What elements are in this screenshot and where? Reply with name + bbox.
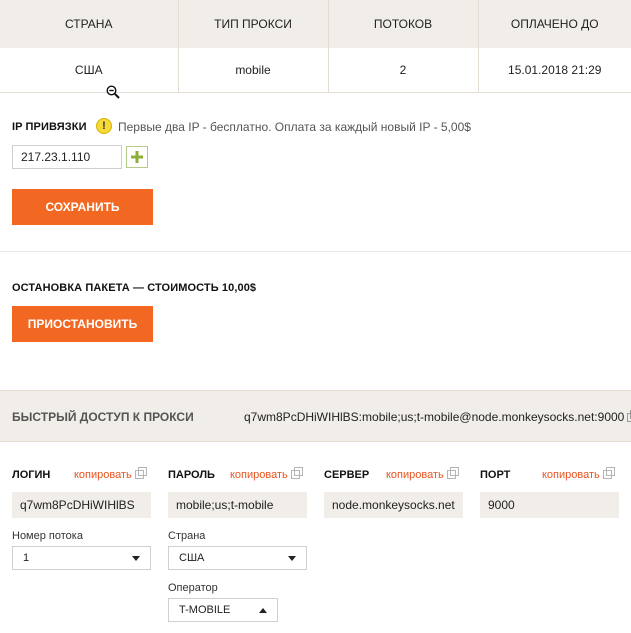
table-row: США mobile 2 15.01.2018 21:29 xyxy=(0,48,631,92)
copy-login-text: копировать xyxy=(74,469,132,481)
stream-number-select[interactable]: 1 xyxy=(12,546,151,570)
quick-access-bar: БЫСТРЫЙ ДОСТУП К ПРОКСИ q7wm8PcDHiWIHlBS… xyxy=(0,390,631,442)
proxy-table: СТРАНА ТИП ПРОКСИ ПОТОКОВ ОПЛАЧЕНО ДО СШ… xyxy=(0,0,631,93)
col-header-paid-until: ОПЛАЧЕНО ДО xyxy=(510,17,599,31)
copy-icon xyxy=(602,467,615,479)
warning-icon: ! xyxy=(96,118,112,134)
copy-icon xyxy=(290,467,303,479)
password-label: ПАРОЛЬ xyxy=(168,469,215,481)
ip-address-input[interactable] xyxy=(12,145,122,169)
copy-port-text: копировать xyxy=(542,469,600,481)
col-header-threads: ПОТОКОВ xyxy=(328,0,479,48)
plus-icon xyxy=(131,151,143,163)
cell-paid-until: 15.01.2018 21:29 xyxy=(508,62,602,77)
quick-access-value: q7wm8PcDHiWIHlBS:mobile;us;t-mobile@node… xyxy=(244,410,625,424)
country-label: Страна xyxy=(168,530,206,542)
operator-value: T-MOBILE xyxy=(179,604,231,616)
col-header-proxy-type: ТИП ПРОКСИ xyxy=(178,0,329,48)
server-label: СЕРВЕР xyxy=(324,469,370,481)
password-field[interactable]: mobile;us;t-mobile xyxy=(168,492,307,518)
copy-icon[interactable] xyxy=(627,410,631,422)
pause-button[interactable]: ПРИОСТАНОВИТЬ xyxy=(12,306,153,342)
ip-binding-label: IP ПРИВЯЗКИ xyxy=(12,121,87,133)
operator-select[interactable]: T-MOBILE xyxy=(168,598,278,622)
add-ip-button[interactable] xyxy=(126,146,148,168)
server-field[interactable]: node.monkeysocks.net xyxy=(324,492,463,518)
ip-binding-hint: Первые два IP - бесплатно. Оплата за каж… xyxy=(118,120,471,134)
save-button[interactable]: СОХРАНИТЬ xyxy=(12,189,153,225)
table-header-row: СТРАНА ТИП ПРОКСИ ПОТОКОВ ОПЛАЧЕНО ДО xyxy=(0,0,631,48)
stream-number-label: Номер потока xyxy=(12,530,83,542)
copy-server-link[interactable]: копировать xyxy=(386,467,459,481)
copy-password-link[interactable]: копировать xyxy=(230,467,303,481)
chevron-down-icon xyxy=(288,555,296,561)
cell-proxy-type: mobile xyxy=(178,48,329,92)
copy-port-link[interactable]: копировать xyxy=(542,467,615,481)
copy-login-link[interactable]: копировать xyxy=(74,467,147,481)
port-field[interactable]: 9000 xyxy=(480,492,619,518)
cell-country: США xyxy=(0,48,179,92)
quick-access-string[interactable]: q7wm8PcDHiWIHlBS:mobile;us;t-mobile@node… xyxy=(244,410,631,424)
copy-server-text: копировать xyxy=(386,469,444,481)
copy-password-text: копировать xyxy=(230,469,288,481)
login-label: ЛОГИН xyxy=(12,469,51,481)
port-label: ПОРТ xyxy=(480,469,511,481)
stream-number-value: 1 xyxy=(23,552,30,564)
copy-icon xyxy=(134,467,147,479)
cell-threads: 2 xyxy=(328,48,479,92)
copy-icon xyxy=(446,467,459,479)
chevron-up-icon xyxy=(259,607,267,613)
chevron-down-icon xyxy=(132,555,140,561)
zoom-out-cursor-icon xyxy=(106,85,120,99)
operator-label: Оператор xyxy=(168,582,218,594)
login-field[interactable]: q7wm8PcDHiWIHlBS xyxy=(12,492,151,518)
pause-package-label: ОСТАНОВКА ПАКЕТА — СТОИМОСТЬ 10,00$ xyxy=(12,282,257,294)
section-divider xyxy=(0,251,631,252)
country-select[interactable]: США xyxy=(168,546,307,570)
country-value: США xyxy=(179,552,205,564)
quick-access-title: БЫСТРЫЙ ДОСТУП К ПРОКСИ xyxy=(12,410,194,424)
col-header-country: СТРАНА xyxy=(0,0,179,48)
